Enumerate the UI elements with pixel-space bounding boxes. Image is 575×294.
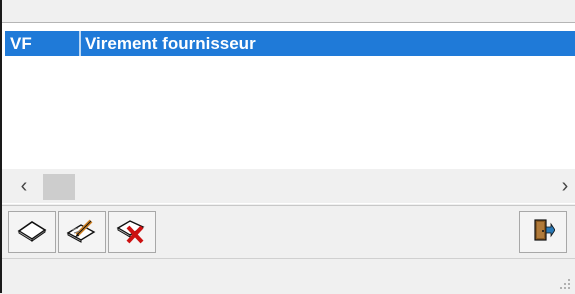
edit-pencil-icon (66, 216, 98, 249)
delete-record-button[interactable] (108, 211, 156, 253)
chevron-left-icon: ‹ (20, 174, 28, 197)
scroll-right-button[interactable]: › (555, 174, 575, 197)
new-record-button[interactable] (8, 211, 56, 253)
exit-door-icon (531, 217, 556, 248)
delete-x-icon (116, 215, 148, 250)
chevron-right-icon: › (561, 174, 569, 197)
row-code-cell: VF (10, 33, 32, 53)
eraser-new-icon (16, 218, 48, 247)
row-label-cell: Virement fournisseur (85, 33, 256, 53)
horizontal-scrollbar[interactable]: ‹ › (2, 169, 575, 203)
table-row-selected[interactable]: VF Virement fournisseur (5, 31, 575, 56)
scroll-thumb[interactable] (43, 174, 75, 200)
scroll-left-button[interactable]: ‹ (14, 174, 34, 197)
toolbar-divider (2, 205, 575, 206)
status-bar (2, 258, 575, 294)
edit-record-button[interactable] (58, 211, 106, 253)
toolbar (8, 211, 158, 253)
exit-button[interactable] (519, 211, 567, 253)
column-separator (79, 31, 81, 56)
window-top-area (2, 0, 575, 8)
resize-grip-icon[interactable] (559, 278, 571, 290)
